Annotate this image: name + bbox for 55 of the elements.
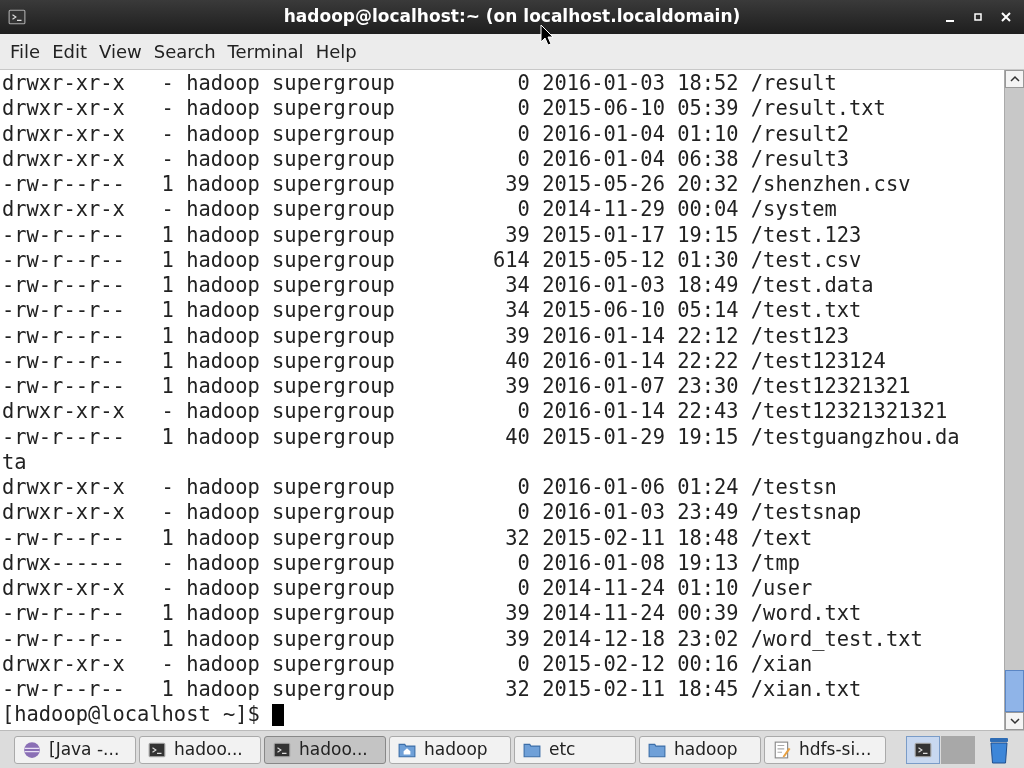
- taskbar-button[interactable]: hadoop: [639, 735, 761, 764]
- output-line: -rw-r--r-- 1 hadoop supergroup 34 2015-06-10 05:14 /test.txt: [2, 298, 862, 324]
- text-editor-icon: [773, 740, 791, 759]
- menu-item[interactable]: Help: [309, 38, 363, 65]
- window-title: hadoop@localhost:~ (on localhost.localdomain): [283, 5, 741, 29]
- output-line: -rw-r--r-- 1 hadoop supergroup 32 2015-02-11 18:48 /text: [2, 525, 813, 551]
- output-line: -rw-r--r-- 1 hadoop supergroup 32 2015-02-11 18:45 /xian.txt: [2, 677, 862, 703]
- output-line: drwxr-xr-x - hadoop supergroup 0 2016-01-06 01:24 /testsn: [2, 475, 837, 501]
- menu-item[interactable]: Search: [147, 38, 222, 65]
- trash-icon[interactable]: [988, 735, 1010, 764]
- output-line: -rw-r--r-- 1 hadoop supergroup 34 2016-01-03 18:49 /test.data: [2, 273, 874, 299]
- output-line: -rw-r--r-- 1 hadoop supergroup 39 2015-01-17 19:15 /test.123: [2, 222, 862, 248]
- output-line: -rw-r--r-- 1 hadoop supergroup 39 2015-05-26 20:32 /shenzhen.csv: [2, 172, 911, 198]
- close-icon[interactable]: [1000, 11, 1012, 23]
- mouse-pointer-icon: [540, 24, 554, 46]
- taskbar-button[interactable]: hadoop: [389, 735, 511, 764]
- output-line: -rw-r--r-- 1 hadoop supergroup 39 2016-01-07 23:30 /test12321321: [2, 374, 911, 400]
- output-line: drwxr-xr-x - hadoop supergroup 0 2016-01-14 22:43 /test12321321321: [2, 399, 948, 425]
- output-line: -rw-r--r-- 1 hadoop supergroup 39 2016-01-14 22:12 /test123: [2, 323, 850, 349]
- taskbar-button[interactable]: hdfs-si...: [764, 735, 886, 764]
- terminal-icon: [8, 8, 26, 26]
- taskbar-button[interactable]: [Java -...: [14, 735, 136, 764]
- output-line: drwxr-xr-x - hadoop supergroup 0 2016-01-03 23:49 /testsnap: [2, 500, 862, 526]
- menu-item[interactable]: Terminal: [221, 38, 310, 65]
- output-line: -rw-r--r-- 1 hadoop supergroup 39 2014-11-24 00:39 /word.txt: [2, 601, 862, 627]
- terminal-icon: [273, 740, 291, 759]
- taskbar-button[interactable]: etc: [514, 735, 636, 764]
- output-line: drwxr-xr-x - hadoop supergroup 0 2016-01-04 01:10 /result2: [2, 121, 850, 147]
- output-line: ta: [2, 449, 27, 475]
- taskbar-button[interactable]: hadoo...: [264, 735, 386, 764]
- output-line: drwxr-xr-x - hadoop supergroup 0 2015-02-12 00:16 /xian: [2, 651, 813, 677]
- shell-prompt: [hadoop@localhost ~]$: [2, 702, 261, 728]
- output-line: -rw-r--r-- 1 hadoop supergroup 40 2015-01-29 19:15 /testguangzhou.da: [2, 424, 960, 450]
- output-line: -rw-r--r-- 1 hadoop supergroup 40 2016-01-14 22:22 /test123124: [2, 348, 886, 374]
- workspace-switcher[interactable]: [941, 735, 975, 764]
- output-line: drwxr-xr-x - hadoop supergroup 0 2014-11-24 01:10 /user: [2, 576, 813, 602]
- menu-item[interactable]: File: [4, 38, 47, 65]
- output-line: drwx------ - hadoop supergroup 0 2016-01-08 19:13 /tmp: [2, 550, 800, 576]
- maximize-icon[interactable]: [972, 11, 984, 23]
- text-cursor: [272, 703, 285, 726]
- terminal-icon: [914, 740, 932, 759]
- output-line: drwxr-xr-x - hadoop supergroup 0 2014-11-29 00:04 /system: [2, 197, 837, 223]
- terminal-icon: [148, 740, 166, 759]
- output-line: drwxr-xr-x - hadoop supergroup 0 2016-01-04 06:38 /result3: [2, 146, 850, 172]
- taskbar-button[interactable]: hadoo...: [139, 735, 261, 764]
- workspace-switcher[interactable]: [906, 735, 940, 764]
- scrollbar[interactable]: [1004, 70, 1024, 730]
- output-line: drwxr-xr-x - hadoop supergroup 0 2016-01-03 18:52 /result: [2, 71, 837, 97]
- output-line: -rw-r--r-- 1 hadoop supergroup 39 2014-12-18 23:02 /word_test.txt: [2, 626, 923, 652]
- menu-item[interactable]: View: [93, 38, 148, 65]
- output-line: drwxr-xr-x - hadoop supergroup 0 2015-06-10 05:39 /result.txt: [2, 96, 886, 122]
- menu-item[interactable]: Edit: [46, 38, 93, 65]
- scroll-thumb[interactable]: [1005, 670, 1024, 712]
- sphere-icon: [23, 740, 41, 759]
- output-line: -rw-r--r-- 1 hadoop supergroup 614 2015-05-12 01:30 /test.csv: [2, 247, 862, 273]
